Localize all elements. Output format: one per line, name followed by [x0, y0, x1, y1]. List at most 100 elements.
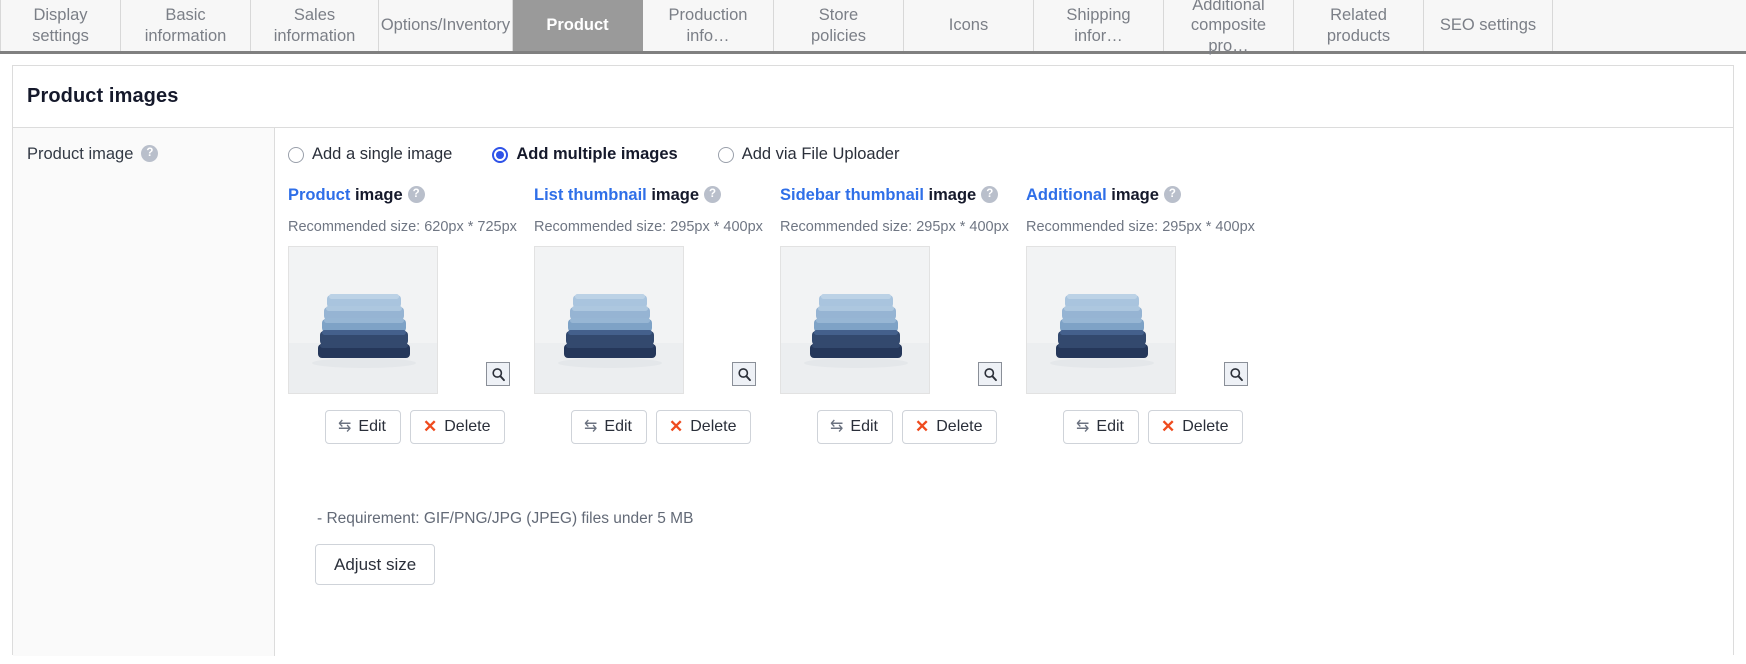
magnifier-glyph [737, 367, 751, 381]
image-action-buttons: ⇆ Edit ✕ Delete [780, 410, 1026, 444]
magnifier-icon[interactable] [732, 362, 756, 386]
product-edit-tabbar: Display settings Basic information Sales i… [0, 0, 1746, 55]
radio-add-a-single-image[interactable]: Add a single image [288, 145, 452, 164]
jeans-stack-image [1027, 247, 1175, 393]
tab-label: Shipping infor… [1066, 5, 1131, 45]
thumbnail-wrap [1026, 246, 1248, 394]
tab-additional-composite-pro[interactable]: Additional composite pro… [1164, 0, 1294, 55]
thumbnail-wrap [534, 246, 756, 394]
column-type-link[interactable]: Sidebar thumbnail [780, 186, 924, 204]
tab-label: SEO settings [1439, 16, 1537, 35]
close-icon: ✕ [668, 417, 684, 436]
help-question-icon[interactable]: ? [407, 186, 425, 204]
tab-label: Production info… [668, 5, 748, 45]
tab-shipping-infor[interactable]: Shipping infor… [1034, 0, 1164, 51]
column-heading: Additional image? [1026, 186, 1272, 205]
image-thumbnail[interactable] [288, 246, 438, 394]
image-action-buttons: ⇆ Edit ✕ Delete [534, 410, 780, 444]
column-heading: Sidebar thumbnail image? [780, 186, 1026, 205]
help-question-icon[interactable]: ? [704, 186, 722, 204]
tab-seo-settings[interactable]: SEO settings [1424, 0, 1553, 51]
delete-image-button[interactable]: ✕ Delete [655, 410, 752, 444]
recommended-size-text: Recommended size: 295px * 400px [1026, 219, 1255, 235]
edit-image-button[interactable]: ⇆ Edit [1063, 410, 1139, 444]
tab-display-settings[interactable]: Display settings [0, 0, 121, 51]
adjust-size-wrap: Adjust size [285, 544, 1733, 585]
close-icon: ✕ [914, 417, 930, 436]
image-column-sidebar-thumbnail: Sidebar thumbnail image? Recommended size… [780, 186, 1026, 444]
tab-label: Additional composite pro… [1190, 0, 1267, 55]
delete-image-button[interactable]: ✕ Delete [409, 410, 506, 444]
delete-button-label: Delete [1182, 417, 1229, 435]
radio-add-via-file-uploader[interactable]: Add via File Uploader [717, 145, 899, 164]
radio-indicator[interactable] [288, 146, 304, 163]
column-type-link[interactable]: Additional [1026, 186, 1107, 204]
jeans-stack-image [289, 247, 437, 393]
help-question-icon[interactable]: ? [981, 186, 999, 204]
tab-related-products[interactable]: Related products [1294, 0, 1424, 51]
help-question-icon[interactable]: ? [1163, 186, 1181, 204]
radio-label: Add multiple images [516, 145, 678, 163]
edit-button-label: Edit [358, 417, 386, 435]
image-mode-radio-group: Add a single image Add multiple images Add… [285, 145, 1733, 164]
edit-image-button[interactable]: ⇆ Edit [571, 410, 647, 444]
magnifier-glyph [491, 367, 505, 381]
thumbnail-wrap [780, 246, 1002, 394]
adjust-size-button[interactable]: Adjust size [315, 544, 436, 585]
image-column-list-thumbnail: List thumbnail image? Recommended size: 2… [534, 186, 780, 444]
refresh-icon: ⇆ [338, 417, 352, 435]
column-type-link[interactable]: List thumbnail [534, 186, 647, 204]
tab-label: Display settings [32, 5, 89, 45]
product-image-row: Product image ? Add a single image Add mu… [13, 128, 1733, 656]
magnifier-icon[interactable] [486, 362, 510, 386]
magnifier-glyph [1229, 367, 1243, 381]
close-icon: ✕ [422, 417, 438, 436]
magnifier-icon[interactable] [1224, 362, 1248, 386]
requirement-note: - Requirement: GIF/PNG/JPG (JPEG) files … [317, 510, 694, 527]
delete-button-label: Delete [936, 417, 983, 435]
jeans-stack-image [535, 247, 683, 393]
radio-indicator[interactable] [492, 146, 509, 163]
image-column-additional: Additional image? Recommended size: 295px… [1026, 186, 1272, 444]
panel-header: Product images [13, 66, 1733, 128]
image-thumbnail[interactable] [534, 246, 684, 394]
edit-image-button[interactable]: ⇆ Edit [325, 410, 401, 444]
tab-label: Store policies [810, 5, 867, 45]
tab-store-policies[interactable]: Store policies [774, 0, 904, 51]
radio-indicator[interactable] [717, 146, 734, 163]
tab-product[interactable]: Product [513, 0, 643, 51]
row-label-cell: Product image ? [13, 128, 275, 656]
recommended-size-text: Recommended size: 620px * 725px [288, 219, 517, 235]
column-type-link[interactable]: Product [288, 186, 350, 204]
tab-options-inventory[interactable]: Options/Inventory [379, 0, 513, 51]
tab-basic-information[interactable]: Basic information [121, 0, 251, 51]
column-heading: List thumbnail image? [534, 186, 780, 205]
tab-label: Sales information [273, 5, 356, 45]
delete-image-button[interactable]: ✕ Delete [1147, 410, 1244, 444]
help-question-icon[interactable]: ? [141, 145, 159, 162]
delete-image-button[interactable]: ✕ Delete [901, 410, 998, 444]
column-heading: Product image? [288, 186, 534, 205]
tab-label: Basic information [144, 5, 227, 45]
tab-icons[interactable]: Icons [904, 0, 1034, 51]
image-thumbnail[interactable] [780, 246, 930, 394]
product-images-panel: Product images Product image ? Add a sin… [12, 65, 1734, 656]
tab-label: Product [546, 16, 609, 35]
image-columns: Product image? Recommended size: 620px * … [285, 186, 1733, 444]
image-thumbnail[interactable] [1026, 246, 1176, 394]
magnifier-icon[interactable] [978, 362, 1002, 386]
column-heading-suffix: image [354, 186, 403, 204]
close-icon: ✕ [1160, 417, 1176, 436]
edit-button-label: Edit [850, 417, 878, 435]
column-heading-suffix: image [1111, 186, 1159, 204]
tab-label: Icons [948, 16, 989, 35]
radio-add-multiple-images[interactable]: Add multiple images [492, 145, 678, 164]
tab-production-info[interactable]: Production info… [643, 0, 774, 51]
magnifier-glyph [983, 367, 997, 381]
tab-sales-information[interactable]: Sales information [251, 0, 379, 51]
product-images-page: Display settings Basic information Sales i… [0, 0, 1746, 664]
edit-image-button[interactable]: ⇆ Edit [817, 410, 893, 444]
product-image-label: Product image ? [27, 145, 159, 164]
delete-button-label: Delete [690, 417, 737, 435]
image-action-buttons: ⇆ Edit ✕ Delete [1026, 410, 1272, 444]
